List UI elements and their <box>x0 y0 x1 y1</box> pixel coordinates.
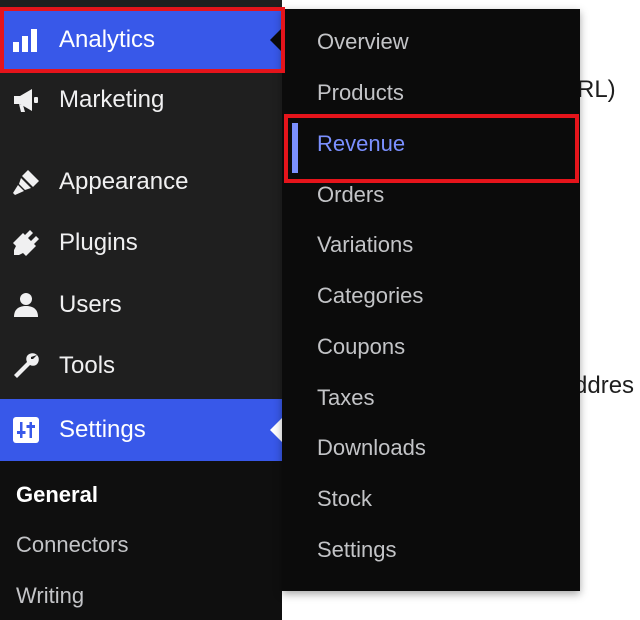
admin-sidebar: Analytics Marketing Appearance Plugins U… <box>0 0 282 620</box>
submenu-pointer <box>270 28 282 52</box>
submenu-item-connectors[interactable]: Connectors <box>16 532 129 558</box>
background-address-fragment: ddres <box>574 372 635 399</box>
flyout-item-downloads[interactable]: Downloads <box>317 435 426 461</box>
analytics-flyout-menu: Overview Products Revenue Orders Variati… <box>282 9 580 591</box>
sidebar-item-label: Users <box>59 291 122 318</box>
page: RL) ddres Analytics Marketing Appearance… <box>0 0 640 620</box>
sidebar-item-label: Analytics <box>59 26 156 53</box>
submenu-item-writing[interactable]: Writing <box>16 583 84 609</box>
flyout-item-overview[interactable]: Overview <box>317 29 409 55</box>
sidebar-item-label: Plugins <box>59 229 138 256</box>
sidebar-item-label: Marketing <box>59 86 165 113</box>
paintbrush-icon <box>10 166 42 198</box>
submenu-pointer <box>270 418 282 442</box>
sidebar-item-plugins[interactable]: Plugins <box>0 213 282 273</box>
sliders-icon <box>10 414 42 446</box>
background-url-fragment: RL) <box>577 76 616 103</box>
sidebar-item-users[interactable]: Users <box>0 275 282 335</box>
sidebar-item-settings[interactable]: Settings <box>0 399 282 461</box>
sidebar-item-tools[interactable]: Tools <box>0 336 282 396</box>
sidebar-item-label: Settings <box>59 416 146 443</box>
sidebar-item-analytics[interactable]: Analytics <box>0 9 282 71</box>
user-icon <box>10 289 42 321</box>
flyout-item-coupons[interactable]: Coupons <box>317 334 405 360</box>
flyout-item-settings[interactable]: Settings <box>317 537 397 563</box>
bar-chart-icon <box>10 24 42 56</box>
flyout-item-products[interactable]: Products <box>317 80 404 106</box>
sidebar-item-label: Appearance <box>59 168 189 195</box>
plug-icon <box>10 227 42 259</box>
settings-submenu: General Connectors Writing <box>0 461 282 620</box>
flyout-item-variations[interactable]: Variations <box>317 232 413 258</box>
flyout-item-revenue[interactable]: Revenue <box>317 131 405 157</box>
submenu-item-general[interactable]: General <box>16 482 98 508</box>
flyout-item-categories[interactable]: Categories <box>317 283 423 309</box>
selected-indicator <box>292 123 298 173</box>
flyout-item-stock[interactable]: Stock <box>317 486 372 512</box>
sidebar-item-label: Tools <box>59 352 116 379</box>
flyout-item-taxes[interactable]: Taxes <box>317 385 374 411</box>
flyout-item-orders[interactable]: Orders <box>317 182 384 208</box>
sidebar-item-appearance[interactable]: Appearance <box>0 152 282 212</box>
megaphone-icon <box>10 84 42 116</box>
sidebar-item-marketing[interactable]: Marketing <box>0 70 282 130</box>
wrench-icon <box>10 350 42 382</box>
